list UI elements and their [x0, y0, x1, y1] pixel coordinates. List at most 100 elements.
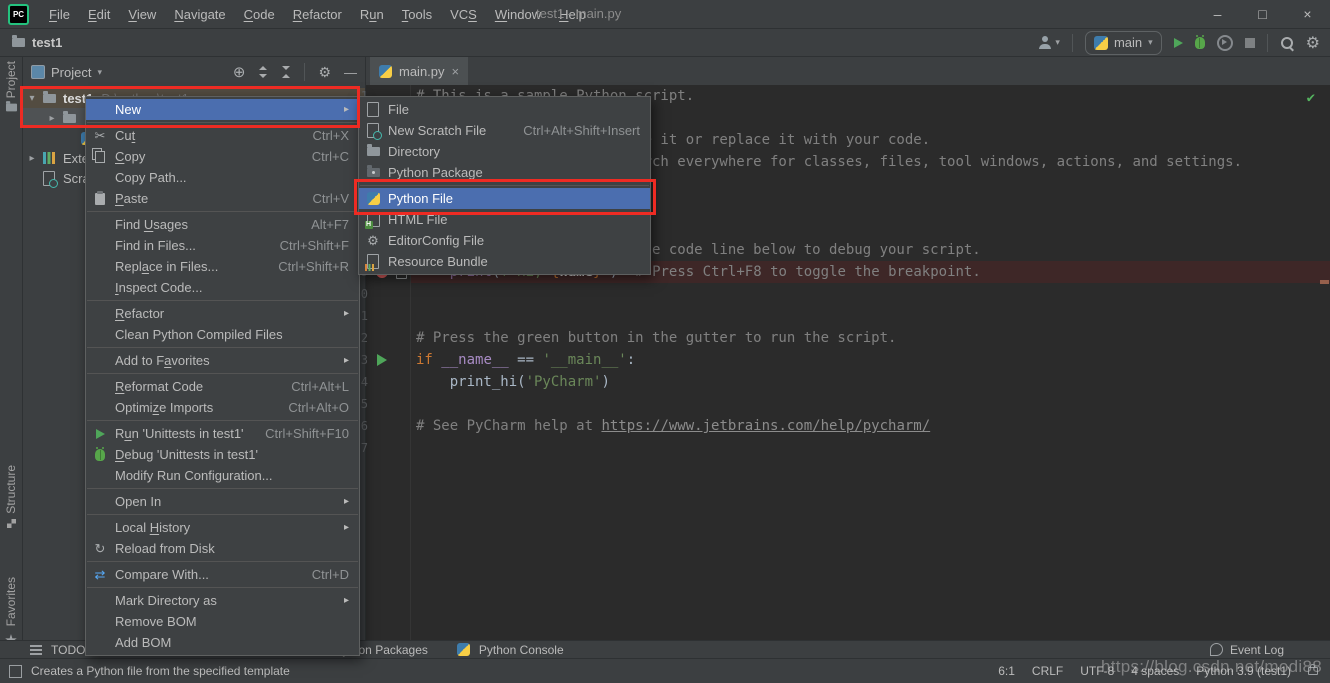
blank-icon — [92, 217, 108, 233]
python-interpreter[interactable]: Python 3.9 (test1) — [1196, 664, 1291, 678]
context-menu-item-modify-run-configuration[interactable]: Modify Run Configuration... — [86, 465, 359, 486]
context-menu-item-cut[interactable]: ✂CutCtrl+X — [86, 125, 359, 146]
menu-run[interactable]: Run — [351, 3, 393, 26]
file-encoding[interactable]: UTF-8 — [1080, 664, 1114, 678]
context-menu-item-open-in[interactable]: Open In▸ — [86, 491, 359, 512]
locate-file-button[interactable]: ⊕ — [233, 63, 246, 81]
context-menu-item-find-usages[interactable]: Find UsagesAlt+F7 — [86, 214, 359, 235]
menu-vcs[interactable]: VCS — [441, 3, 486, 26]
close-tab-icon[interactable]: × — [452, 64, 460, 79]
menu-item-label: HTML File — [388, 212, 447, 227]
submenu-item-python-file[interactable]: Python File — [359, 188, 650, 209]
menu-item-label: New — [115, 102, 141, 117]
run-with-coverage-button[interactable] — [1217, 35, 1233, 51]
submenu-item-new-scratch-file[interactable]: New Scratch FileCtrl+Alt+Shift+Insert — [359, 120, 650, 141]
line-separator[interactable]: CRLF — [1032, 664, 1063, 678]
settings-gear-button[interactable]: ⚙ — [1306, 33, 1320, 53]
code-line[interactable]: # Press the green button in the gutter t… — [416, 327, 896, 349]
menu-item-shortcut: Ctrl+Alt+O — [268, 400, 349, 415]
menu-navigate[interactable]: Navigate — [165, 3, 234, 26]
menu-view[interactable]: View — [119, 3, 165, 26]
chevron-down-icon[interactable]: ▾ — [97, 67, 102, 78]
menu-code[interactable]: Code — [235, 3, 284, 26]
code-line[interactable]: # See PyCharm help at https://www.jetbra… — [416, 415, 930, 437]
chevron-right-icon[interactable]: ▸ — [23, 153, 41, 164]
caret-position[interactable]: 6:1 — [998, 664, 1015, 678]
close-button[interactable]: × — [1285, 0, 1330, 28]
context-menu-item-new[interactable]: New ▸ — [86, 99, 359, 120]
tool-window-button-todo[interactable]: TODO — [28, 642, 85, 658]
context-menu-item-copy-path[interactable]: Copy Path... — [86, 167, 359, 188]
stripe-button-favorites[interactable]: Favorites ★ — [0, 577, 22, 649]
context-menu-item-local-history[interactable]: Local History▸ — [86, 517, 359, 538]
context-menu-item-clean-python-compiled-files[interactable]: Clean Python Compiled Files — [86, 324, 359, 345]
context-menu-item-add-to-favorites[interactable]: Add to Favorites▸ — [86, 350, 359, 371]
reload-icon: ↻ — [92, 541, 108, 557]
context-menu-item-inspect-code[interactable]: Inspect Code... — [86, 277, 359, 298]
context-menu-item-debug-unittests-in-test1[interactable]: Debug 'Unittests in test1' — [86, 444, 359, 465]
search-everywhere-button[interactable] — [1280, 36, 1294, 50]
inspections-ok-icon[interactable]: ✔ — [1307, 87, 1315, 109]
copy-icon — [92, 149, 108, 165]
submenu-item-resource-bundle[interactable]: Resource Bundle — [359, 251, 650, 272]
tool-window-button-python-console[interactable]: Python Console — [456, 642, 564, 658]
stripe-button-project[interactable]: Project — [0, 61, 22, 112]
vcs-user-button[interactable]: ▾ — [1038, 36, 1060, 49]
run-button[interactable] — [1174, 38, 1183, 48]
menu-item-shortcut: Alt+F7 — [291, 217, 349, 232]
editor-tab-main-py[interactable]: main.py × — [370, 57, 468, 85]
code-line[interactable]: if __name__ == '__main__': — [416, 349, 635, 371]
event-log-button[interactable]: Event Log — [1210, 643, 1284, 657]
stop-button[interactable] — [1245, 38, 1255, 48]
menu-tools[interactable]: Tools — [393, 3, 441, 26]
submenu-item-html-file[interactable]: HTML File — [359, 209, 650, 230]
debug-button[interactable] — [1195, 37, 1205, 49]
context-menu-item-replace-in-files[interactable]: Replace in Files...Ctrl+Shift+R — [86, 256, 359, 277]
maximize-button[interactable]: □ — [1240, 0, 1285, 28]
context-menu-item-remove-bom[interactable]: Remove BOM — [86, 611, 359, 632]
submenu-item-file[interactable]: File — [359, 99, 650, 120]
stripe-label: Structure — [4, 465, 18, 514]
stripe-button-structure[interactable]: Structure — [0, 465, 22, 528]
status-widgets: 6:1 CRLF UTF-8 4 spaces Python 3.9 (test… — [998, 664, 1318, 678]
minimize-button[interactable]: – — [1195, 0, 1240, 28]
context-menu-item-find-in-files[interactable]: Find in Files...Ctrl+Shift+F — [86, 235, 359, 256]
chevron-right-icon[interactable]: ▸ — [43, 113, 61, 124]
context-menu-item-mark-directory-as[interactable]: Mark Directory as▸ — [86, 590, 359, 611]
context-menu-item-paste[interactable]: PasteCtrl+V — [86, 188, 359, 209]
tool-window-label: TODO — [51, 643, 85, 657]
options-gear-button[interactable]: ⚙ — [318, 64, 331, 81]
context-menu: New ▸ ✂CutCtrl+XCopyCtrl+CCopy Path...Past… — [85, 96, 360, 656]
run-configuration-select[interactable]: main ▾ — [1085, 31, 1162, 55]
breadcrumb[interactable]: test1 — [12, 29, 62, 56]
menu-refactor[interactable]: Refactor — [284, 3, 351, 26]
hide-panel-button[interactable]: — — [344, 65, 357, 80]
chevron-down-icon: ▾ — [1148, 37, 1153, 48]
context-menu-item-copy[interactable]: CopyCtrl+C — [86, 146, 359, 167]
menu-edit[interactable]: Edit — [79, 3, 119, 26]
run-line-icon[interactable] — [377, 354, 387, 366]
context-menu-item-run-unittests-in-test1[interactable]: Run 'Unittests in test1'Ctrl+Shift+F10 — [86, 423, 359, 444]
menu-item-shortcut: Ctrl+V — [293, 191, 349, 206]
submenu-arrow-icon: ▸ — [344, 104, 349, 115]
submenu-item-directory[interactable]: Directory — [359, 141, 650, 162]
context-menu-item-add-bom[interactable]: Add BOM — [86, 632, 359, 653]
readonly-lock-icon[interactable] — [1308, 667, 1318, 675]
menu-file[interactable]: File — [40, 3, 79, 26]
chevron-down-icon[interactable]: ▾ — [23, 93, 41, 104]
status-icon — [9, 665, 22, 678]
context-menu-item-refactor[interactable]: Refactor▸ — [86, 303, 359, 324]
context-menu-item-optimize-imports[interactable]: Optimize ImportsCtrl+Alt+O — [86, 397, 359, 418]
indent-style[interactable]: 4 spaces — [1131, 664, 1179, 678]
expand-all-button[interactable] — [258, 66, 268, 78]
submenu-item-python-package[interactable]: Python Package — [359, 162, 650, 183]
code-line[interactable]: print_hi('PyCharm') — [416, 371, 610, 393]
collapse-all-button[interactable] — [281, 66, 291, 78]
context-menu-item-compare-with[interactable]: ⇄Compare With...Ctrl+D — [86, 564, 359, 585]
context-menu-item-reformat-code[interactable]: Reformat CodeCtrl+Alt+L — [86, 376, 359, 397]
breadcrumb-project: test1 — [32, 35, 62, 50]
project-panel-title[interactable]: Project — [51, 65, 91, 80]
context-menu-item-reload-from-disk[interactable]: ↻Reload from Disk — [86, 538, 359, 559]
todo-icon — [28, 642, 44, 658]
submenu-item-editorconfig-file[interactable]: ⚙EditorConfig File — [359, 230, 650, 251]
